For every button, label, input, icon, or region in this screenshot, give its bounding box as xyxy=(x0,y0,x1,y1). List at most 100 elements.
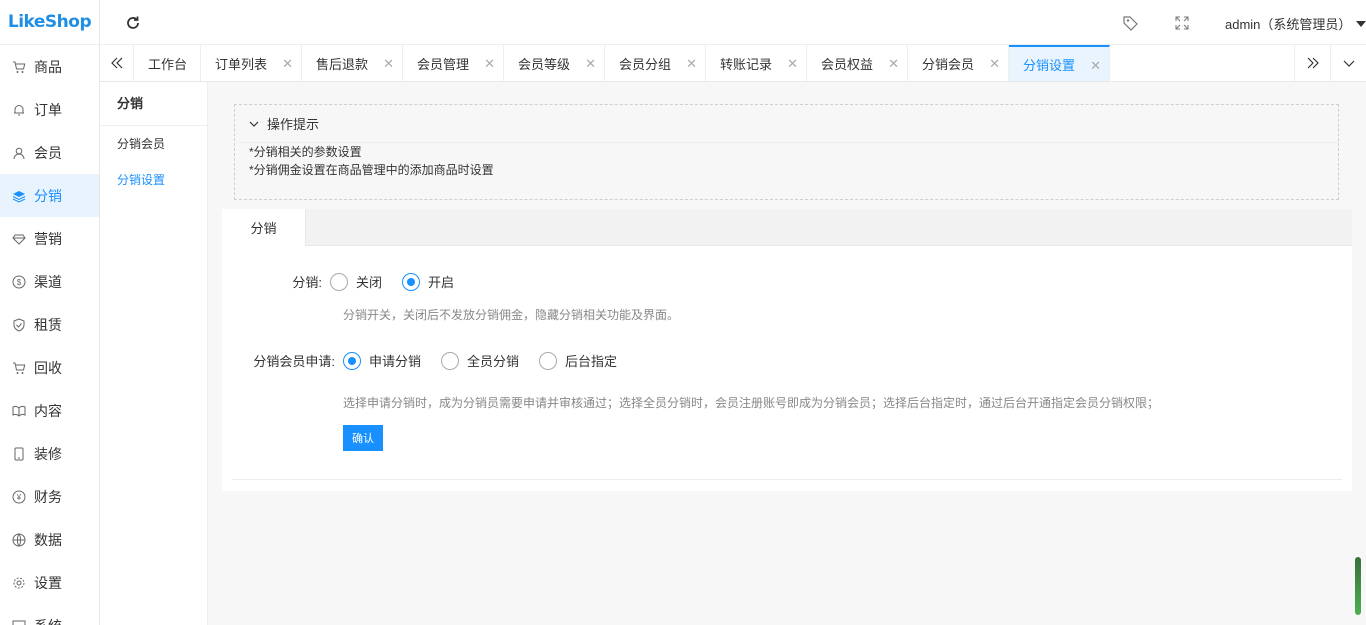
sidebar-item-channel[interactable]: $ 渠道 xyxy=(0,260,99,303)
tab-workbench[interactable]: 工作台 xyxy=(134,45,201,81)
diamond-icon xyxy=(12,232,26,246)
tips-title: 操作提示 xyxy=(267,117,320,132)
sidebar-item-goods[interactable]: 商品 xyxy=(0,45,99,88)
sidebar-item-content[interactable]: 内容 xyxy=(0,389,99,432)
radio-all[interactable]: 全员分销 xyxy=(441,351,519,370)
sidebar-item-settings[interactable]: 设置 xyxy=(0,561,99,604)
sidebar-item-decoration[interactable]: 装修 xyxy=(0,432,99,475)
tab-distribution-settings[interactable]: 分销设置 ✕ xyxy=(1009,45,1110,81)
sidebar-item-label: 分销 xyxy=(34,187,62,204)
svg-text:$: $ xyxy=(17,278,22,287)
tab-scroll-right[interactable] xyxy=(1294,45,1330,81)
logo[interactable]: LikeShop xyxy=(0,0,99,45)
dollar-icon: $ xyxy=(12,275,26,289)
apply-row: 分销会员申请: 申请分销 全员分销 后台指定 xyxy=(222,351,637,370)
tab-label: 转账记录 xyxy=(720,56,773,72)
bell-icon xyxy=(12,103,26,117)
refresh-icon[interactable] xyxy=(124,14,142,32)
tips-header[interactable]: 操作提示 xyxy=(235,105,1338,143)
radio-distribution-on[interactable]: 开启 xyxy=(402,272,454,291)
sidebar-item-system[interactable]: 系统 xyxy=(0,604,99,625)
system-icon xyxy=(12,619,26,625)
close-icon[interactable]: ✕ xyxy=(686,56,697,72)
close-icon[interactable]: ✕ xyxy=(585,56,596,72)
fullscreen-icon[interactable] xyxy=(1173,14,1191,32)
confirm-button[interactable]: 确认 xyxy=(343,425,383,451)
tab-dropdown[interactable] xyxy=(1330,45,1366,81)
sub-menu: 分销 分销会员 分销设置 xyxy=(100,82,208,625)
tab-label: 会员等级 xyxy=(518,56,571,72)
sidebar-item-finance[interactable]: ¥ 财务 xyxy=(0,475,99,518)
user-menu[interactable]: admin（系统管理员） xyxy=(1225,14,1366,33)
sidebar-item-label: 数据 xyxy=(34,531,62,548)
gear-icon xyxy=(12,576,26,590)
phone-icon xyxy=(12,447,26,461)
close-icon[interactable]: ✕ xyxy=(989,56,1000,72)
tab-after-sales[interactable]: 售后退款 ✕ xyxy=(302,45,403,81)
radio-circle xyxy=(441,351,460,370)
sidebar-item-label: 营销 xyxy=(34,230,62,247)
sidebar-item-orders[interactable]: 订单 xyxy=(0,88,99,131)
tab-label: 分销会员 xyxy=(922,56,975,72)
main-content: 操作提示 *分销相关的参数设置 *分销佣金设置在商品管理中的添加商品时设置 分销… xyxy=(208,82,1366,625)
sub-menu-item-distribution-settings[interactable]: 分销设置 xyxy=(100,162,207,198)
form-tab-distribution[interactable]: 分销 xyxy=(222,209,306,246)
tab-bar: 工作台 订单列表 ✕ 售后退款 ✕ 会员管理 ✕ 会员等级 ✕ 会员分组 ✕ 转账记录 ✕ … xyxy=(100,45,1366,82)
sidebar-item-recycle[interactable]: 回收 xyxy=(0,346,99,389)
sidebar-item-label: 设置 xyxy=(34,574,62,591)
sidebar-item-label: 会员 xyxy=(34,144,62,161)
sidebar-item-label: 内容 xyxy=(34,402,62,419)
sidebar-item-marketing[interactable]: 营销 xyxy=(0,217,99,260)
tab-member-management[interactable]: 会员管理 ✕ xyxy=(403,45,504,81)
sidebar-item-lease[interactable]: 租赁 xyxy=(0,303,99,346)
apply-help: 选择申请分销时，成为分销员需要申请并审核通过；选择全员分销时，会员注册账号即成为… xyxy=(343,396,1160,410)
tab-label: 会员分组 xyxy=(619,56,672,72)
tag-icon[interactable] xyxy=(1122,14,1140,32)
close-icon[interactable]: ✕ xyxy=(383,56,394,72)
tip-line: *分销佣金设置在商品管理中的添加商品时设置 xyxy=(249,163,494,177)
sidebar-item-distribution[interactable]: 分销 xyxy=(0,174,99,217)
tab-member-group[interactable]: 会员分组 ✕ xyxy=(605,45,706,81)
sidebar-item-label: 系统 xyxy=(34,616,62,625)
close-icon[interactable]: ✕ xyxy=(484,56,495,72)
tab-distribution-members[interactable]: 分销会员 ✕ xyxy=(908,45,1009,81)
close-icon[interactable]: ✕ xyxy=(1090,58,1101,74)
radio-label: 开启 xyxy=(428,275,455,290)
layers-icon xyxy=(12,189,26,203)
radio-circle xyxy=(330,272,348,291)
shield-icon xyxy=(12,317,26,332)
double-chevron-right-icon xyxy=(1307,57,1319,69)
tip-line: *分销相关的参数设置 xyxy=(249,145,362,159)
tab-member-level[interactable]: 会员等级 ✕ xyxy=(504,45,605,81)
apply-label: 分销会员申请: xyxy=(253,354,335,369)
radio-apply[interactable]: 申请分销 xyxy=(343,351,421,370)
sidebar-item-label: 租赁 xyxy=(34,316,62,333)
sidebar-item-members[interactable]: 会员 xyxy=(0,131,99,174)
tab-scroll-left[interactable] xyxy=(100,45,134,81)
radio-admin[interactable]: 后台指定 xyxy=(539,351,617,370)
sub-menu-title: 分销 xyxy=(100,82,207,126)
distribution-help: 分销开关，关闭后不发放分销佣金，隐藏分销相关功能及界面。 xyxy=(343,308,680,322)
radio-distribution-off[interactable]: 关闭 xyxy=(330,272,382,291)
radio-circle xyxy=(539,351,558,370)
sidebar-item-data[interactable]: 数据 xyxy=(0,518,99,561)
close-icon[interactable]: ✕ xyxy=(888,56,899,72)
tab-order-list[interactable]: 订单列表 ✕ xyxy=(201,45,302,81)
tab-member-benefits[interactable]: 会员权益 ✕ xyxy=(807,45,908,81)
sidebar-item-label: 装修 xyxy=(34,445,62,462)
close-icon[interactable]: ✕ xyxy=(787,56,798,72)
tab-label: 订单列表 xyxy=(215,56,268,72)
yen-icon: ¥ xyxy=(12,490,26,504)
book-icon xyxy=(12,404,26,418)
cart-icon xyxy=(12,361,26,375)
double-chevron-left-icon xyxy=(110,57,122,69)
tab-transfer-records[interactable]: 转账记录 ✕ xyxy=(706,45,807,81)
close-icon[interactable]: ✕ xyxy=(282,56,293,72)
scrollbar-thumb[interactable] xyxy=(1355,557,1361,615)
sub-menu-item-distribution-members[interactable]: 分销会员 xyxy=(100,126,207,162)
radio-circle xyxy=(343,351,361,370)
tab-label: 会员权益 xyxy=(821,56,874,72)
chevron-down-icon xyxy=(1343,60,1354,67)
user-icon xyxy=(12,146,26,160)
radio-label: 全员分销 xyxy=(467,354,520,369)
